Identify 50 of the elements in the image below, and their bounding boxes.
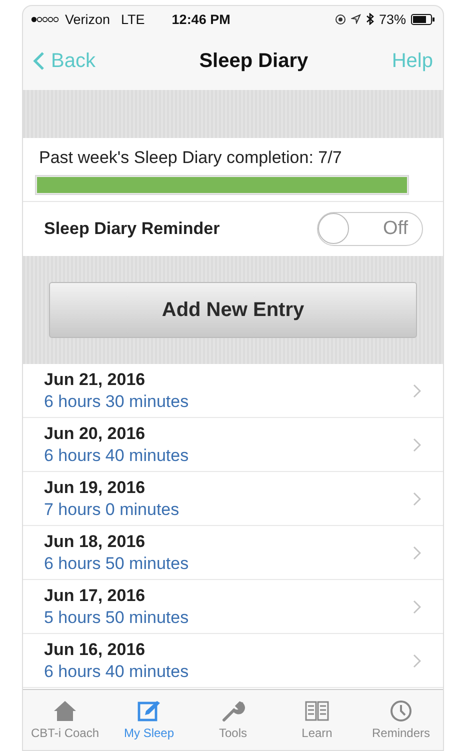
tab-item[interactable]: CBT-i Coach	[23, 690, 107, 750]
chevron-right-icon	[413, 546, 421, 560]
bluetooth-icon	[366, 13, 374, 25]
entry-duration: 6 hours 40 minutes	[44, 446, 189, 466]
entry-date: Jun 20, 2016	[44, 424, 146, 444]
help-button[interactable]: Help	[392, 50, 433, 72]
battery-percent: 73%	[378, 12, 406, 26]
house-icon	[53, 700, 77, 722]
battery-icon	[411, 14, 435, 24]
tab-item[interactable]: Reminders	[359, 690, 443, 750]
diary-entry[interactable]: Jun 21, 2016 6 hours 30 minutes	[23, 364, 443, 418]
entry-date: Jun 18, 2016	[44, 532, 146, 552]
diary-entry[interactable]: Jun 17, 2016 5 hours 50 minutes	[23, 580, 443, 634]
entry-duration: 7 hours 0 minutes	[44, 500, 180, 520]
back-button[interactable]: Back	[33, 50, 96, 72]
tab-item[interactable]: Learn	[275, 690, 359, 750]
entry-date: Jun 19, 2016	[44, 478, 146, 498]
diary-entry[interactable]: Jun 18, 2016 6 hours 50 minutes	[23, 526, 443, 580]
chevron-right-icon	[413, 654, 421, 668]
entry-duration: 6 hours 40 minutes	[44, 662, 189, 682]
entry-date: Jun 21, 2016	[44, 370, 146, 390]
tab-item[interactable]: Tools	[191, 690, 275, 750]
reminder-label: Sleep Diary Reminder	[44, 219, 220, 239]
edit-icon	[137, 700, 161, 722]
time-text: 12:46 PM	[172, 12, 230, 26]
entry-duration: 6 hours 30 minutes	[44, 392, 189, 412]
reminder-toggle[interactable]: Off	[317, 212, 423, 246]
entry-duration: 5 hours 50 minutes	[44, 608, 189, 628]
clock-icon	[389, 700, 413, 722]
entry-date: Jun 17, 2016	[44, 586, 146, 606]
tab-item[interactable]: My Sleep	[107, 690, 191, 750]
carrier-text: Verizon	[65, 12, 110, 26]
location-icon	[350, 14, 361, 24]
add-entry-button[interactable]: Add New Entry	[49, 282, 417, 338]
chevron-right-icon	[413, 384, 421, 398]
signal-icon	[31, 16, 59, 22]
chevron-right-icon	[413, 438, 421, 452]
screen-title: Sleep Diary	[199, 50, 308, 72]
diary-entry[interactable]: Jun 20, 2016 6 hours 40 minutes	[23, 418, 443, 472]
entry-date: Jun 16, 2016	[44, 640, 146, 660]
diary-entry[interactable]: Jun 16, 2016 6 hours 40 minutes	[23, 634, 443, 688]
book-icon	[305, 700, 329, 722]
diary-entry[interactable]: Jun 19, 2016 7 hours 0 minutes	[23, 472, 443, 526]
completion-text: Past week's Sleep Diary completion: 7/7	[39, 148, 343, 168]
chevron-right-icon	[413, 600, 421, 614]
wrench-icon	[221, 700, 245, 722]
network-text: LTE	[121, 12, 145, 26]
chevron-right-icon	[413, 492, 421, 506]
chevron-left-icon	[33, 51, 45, 71]
entry-duration: 6 hours 50 minutes	[44, 554, 189, 574]
